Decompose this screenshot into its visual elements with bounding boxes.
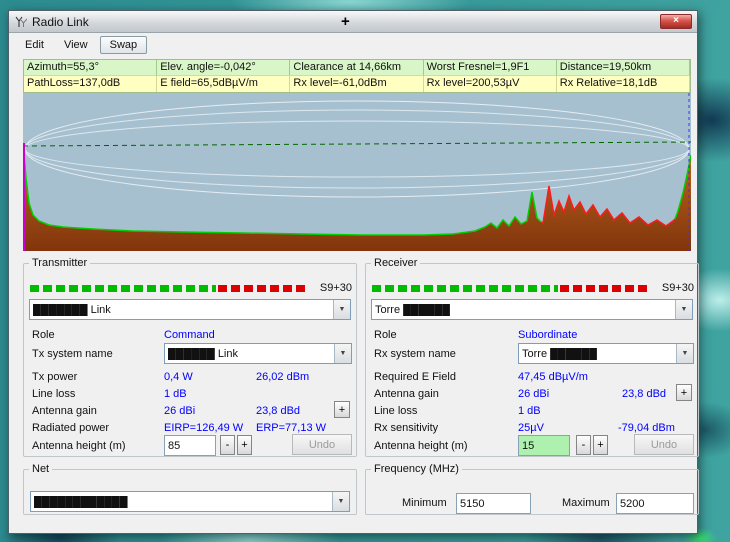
frequency-min-label: Minimum bbox=[402, 497, 447, 509]
tx-meter-green-segments bbox=[30, 284, 216, 292]
tx-power-label: Tx power bbox=[32, 371, 78, 383]
rx-required-efield-label: Required E Field bbox=[374, 371, 456, 383]
tx-antenna-gain-label: Antenna gain bbox=[32, 405, 97, 417]
status-worst-fresnel: Worst Fresnel=1,9F1 bbox=[423, 60, 557, 76]
rx-antenna-gain-label: Antenna gain bbox=[374, 388, 439, 400]
rx-line-loss-label: Line loss bbox=[374, 405, 418, 417]
net-legend: Net bbox=[32, 463, 50, 475]
close-button[interactable]: × bbox=[660, 14, 692, 29]
status-rx-level-uv: Rx level=200,53µV bbox=[423, 76, 557, 92]
rx-meter-red-segments bbox=[560, 284, 648, 292]
frequency-min-input[interactable] bbox=[456, 493, 531, 514]
rx-height-decrement-button[interactable]: - bbox=[576, 435, 591, 455]
rx-antenna-height-input[interactable] bbox=[518, 435, 570, 456]
menu-edit[interactable]: Edit bbox=[17, 36, 52, 54]
tx-radiated-power-label: Radiated power bbox=[32, 422, 110, 434]
tx-undo-button[interactable]: Undo bbox=[292, 434, 352, 455]
rx-antenna-height-label: Antenna height (m) bbox=[374, 440, 468, 452]
rx-required-efield-value: 47,45 dBµV/m bbox=[518, 371, 588, 383]
rx-gain-dbd: 23,8 dBd bbox=[622, 388, 667, 400]
transmitter-group: Transmitter S9+30 ███████ Link ▼ Role Co… bbox=[23, 257, 357, 457]
tx-unit-select[interactable]: ███████ Link ▼ bbox=[29, 299, 351, 320]
menu-view[interactable]: View bbox=[56, 36, 96, 54]
tx-system-select[interactable]: ██████ Link ▼ bbox=[164, 343, 352, 364]
tx-antenna-pattern-button[interactable]: + bbox=[334, 401, 350, 418]
tx-power-dbm: 26,02 dBm bbox=[256, 371, 310, 383]
titlebar[interactable]: Radio Link + × bbox=[9, 11, 697, 33]
tx-gain-dbd: 23,8 dBd bbox=[256, 405, 301, 417]
crosshair-cursor-icon: + bbox=[341, 13, 350, 30]
tx-system-label: Tx system name bbox=[32, 348, 113, 360]
status-rx-relative: Rx Relative=18,1dB bbox=[556, 76, 690, 92]
tx-unit-value: ███████ Link bbox=[33, 303, 111, 316]
rx-meter-green-segments bbox=[372, 284, 558, 292]
status-elev-angle: Elev. angle=-0,042° bbox=[157, 60, 291, 76]
radio-link-icon bbox=[15, 16, 27, 27]
rx-line-loss-value: 1 dB bbox=[518, 405, 541, 417]
receiver-group: Receiver S9+30 Torre ██████ ▼ Role Subor… bbox=[365, 257, 699, 457]
receiver-legend: Receiver bbox=[374, 257, 418, 269]
tx-meter-red-segments bbox=[218, 284, 306, 292]
rx-unit-select[interactable]: Torre ██████ ▼ bbox=[371, 299, 693, 320]
status-pathloss: PathLoss=137,0dB bbox=[24, 76, 158, 92]
net-select[interactable]: ████████████ ▼ bbox=[30, 491, 350, 512]
tx-eirp-value: EIRP=126,49 W bbox=[164, 422, 244, 434]
menubar: Edit View Swap bbox=[9, 33, 697, 57]
frequency-max-input[interactable] bbox=[616, 493, 694, 514]
tx-power-watts: 0,4 W bbox=[164, 371, 193, 383]
tx-antenna-height-input[interactable] bbox=[164, 435, 216, 456]
rx-role-label: Role bbox=[374, 329, 397, 341]
frequency-max-label: Maximum bbox=[562, 497, 610, 509]
net-value: ████████████ bbox=[34, 495, 128, 508]
status-rx-level-dbm: Rx level=-61,0dBm bbox=[290, 76, 424, 92]
radio-link-window: Radio Link + × Edit View Swap Azimuth=55… bbox=[8, 10, 699, 534]
rx-sensitivity-uv: 25µV bbox=[518, 422, 544, 434]
dropdown-arrow-icon[interactable]: ▼ bbox=[333, 300, 350, 319]
rx-sensitivity-label: Rx sensitivity bbox=[374, 422, 439, 434]
tx-role-label: Role bbox=[32, 329, 55, 341]
menu-swap[interactable]: Swap bbox=[99, 36, 148, 54]
frequency-legend: Frequency (MHz) bbox=[374, 463, 459, 475]
rx-system-label: Rx system name bbox=[374, 348, 456, 360]
map-background: Radio Link + × Edit View Swap Azimuth=55… bbox=[0, 0, 730, 542]
rx-system-value: Torre ██████ bbox=[522, 347, 597, 360]
dropdown-arrow-icon[interactable]: ▼ bbox=[676, 344, 693, 363]
dropdown-arrow-icon[interactable]: ▼ bbox=[334, 344, 351, 363]
status-clearance: Clearance at 14,66km bbox=[290, 60, 424, 76]
tx-height-increment-button[interactable]: + bbox=[237, 435, 252, 455]
rx-system-select[interactable]: Torre ██████ ▼ bbox=[518, 343, 694, 364]
rx-role-value: Subordinate bbox=[518, 329, 578, 341]
link-status-grid: Azimuth=55,3° Elev. angle=-0,042° Cleara… bbox=[23, 59, 691, 93]
status-efield: E field=65,5dBµV/m bbox=[157, 76, 291, 92]
tx-signal-meter: S9+30 bbox=[30, 282, 352, 294]
net-group: Net ████████████ ▼ bbox=[23, 463, 357, 515]
rx-smeter-label: S9+30 bbox=[661, 282, 694, 294]
tx-line-loss-value: 1 dB bbox=[164, 388, 187, 400]
rx-height-increment-button[interactable]: + bbox=[593, 435, 608, 455]
status-distance: Distance=19,50km bbox=[556, 60, 690, 76]
dropdown-arrow-icon[interactable]: ▼ bbox=[675, 300, 692, 319]
tx-system-value: ██████ Link bbox=[168, 347, 238, 360]
tx-line-loss-label: Line loss bbox=[32, 388, 76, 400]
transmitter-legend: Transmitter bbox=[32, 257, 88, 269]
rx-gain-dbi: 26 dBi bbox=[518, 388, 550, 400]
rx-unit-value: Torre ██████ bbox=[375, 303, 450, 316]
tx-antenna-height-label: Antenna height (m) bbox=[32, 440, 126, 452]
frequency-group: Frequency (MHz) Minimum Maximum bbox=[365, 463, 699, 515]
tx-height-decrement-button[interactable]: - bbox=[220, 435, 235, 455]
dropdown-arrow-icon[interactable]: ▼ bbox=[332, 492, 349, 511]
tx-gain-dbi: 26 dBi bbox=[164, 405, 196, 417]
tx-role-value: Command bbox=[164, 329, 215, 341]
tx-smeter-label: S9+30 bbox=[319, 282, 352, 294]
status-azimuth: Azimuth=55,3° bbox=[24, 60, 158, 76]
window-title: Radio Link bbox=[32, 14, 89, 29]
rx-signal-meter: S9+30 bbox=[372, 282, 694, 294]
rx-undo-button[interactable]: Undo bbox=[634, 434, 694, 455]
terrain-profile-chart bbox=[23, 93, 691, 251]
rx-antenna-pattern-button[interactable]: + bbox=[676, 384, 692, 401]
